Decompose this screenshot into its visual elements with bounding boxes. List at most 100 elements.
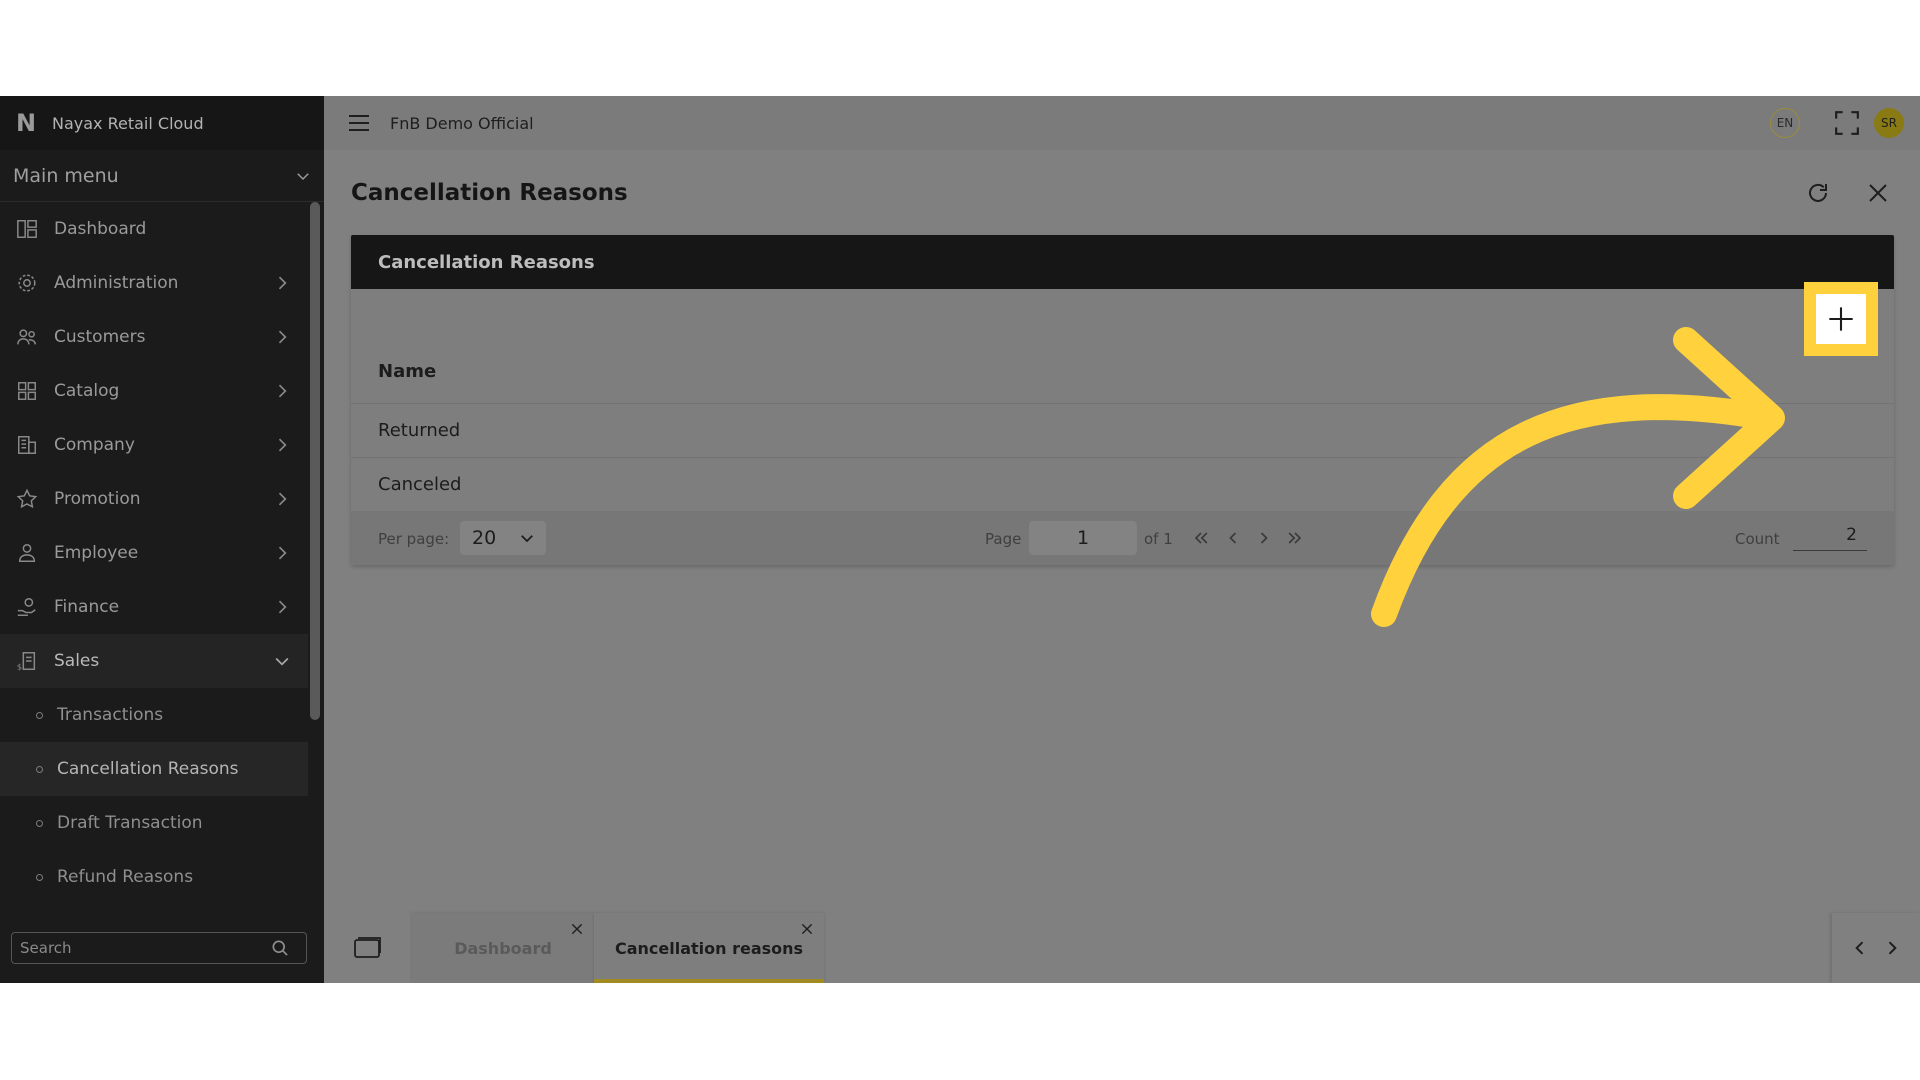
admin-gear-icon <box>15 271 39 295</box>
column-header-name[interactable]: Name <box>378 361 436 382</box>
sidebar: N Nayax Retail Cloud Main menu Dashboard… <box>0 96 324 983</box>
sidebar-item-customers[interactable]: Customers <box>0 310 308 364</box>
per-page-value: 20 <box>472 527 497 549</box>
sidebar-item-sales[interactable]: $ Sales <box>0 634 308 688</box>
sidebar-item-label: Employee <box>54 543 139 563</box>
sidebar-subitem-cancellation-reasons[interactable]: Cancellation Reasons <box>0 742 308 796</box>
page-title: Cancellation Reasons <box>351 180 628 206</box>
first-page-icon[interactable] <box>1191 528 1211 548</box>
svg-text:$: $ <box>17 661 22 671</box>
sidebar-item-dashboard[interactable]: Dashboard <box>0 202 308 256</box>
app-window: N Nayax Retail Cloud Main menu Dashboard… <box>0 96 1920 983</box>
bullet-icon <box>36 819 43 827</box>
chevron-left-icon[interactable] <box>1850 938 1870 958</box>
customers-icon <box>15 325 39 349</box>
sidebar-item-catalog[interactable]: Catalog <box>0 364 308 418</box>
add-cancellation-reason-button[interactable] <box>1816 294 1866 344</box>
sidebar-subitem-refund-reasons[interactable]: Refund Reasons <box>0 850 308 904</box>
user-avatar[interactable]: SR <box>1874 108 1904 138</box>
sidebar-nav: Dashboard Administration Customers Catal… <box>0 202 308 904</box>
page-label: Page <box>985 530 1022 548</box>
fullscreen-icon[interactable] <box>1834 110 1860 136</box>
tab-label: Dashboard <box>454 938 552 958</box>
sidebar-item-label: Administration <box>54 273 179 293</box>
per-page-select[interactable]: 20 <box>460 521 546 555</box>
dashboard-icon <box>15 217 39 241</box>
sidebar-item-employee[interactable]: Employee <box>0 526 308 580</box>
table-cell-name: Returned <box>378 420 461 441</box>
main-menu-label: Main menu <box>13 164 119 187</box>
chevron-right-icon <box>278 438 287 452</box>
sidebar-subitem-label: Transactions <box>57 705 164 725</box>
chevron-right-icon <box>278 330 287 344</box>
chevron-down-icon <box>297 172 309 180</box>
sidebar-item-label: Customers <box>54 327 146 347</box>
finance-hand-icon <box>15 595 39 619</box>
bullet-icon <box>36 711 43 719</box>
catalog-grid-icon <box>15 379 39 403</box>
chevron-down-icon <box>521 535 533 543</box>
sidebar-scrollbar[interactable] <box>310 202 320 720</box>
main-menu-toggle[interactable]: Main menu <box>0 150 324 202</box>
next-page-icon[interactable] <box>1254 528 1274 548</box>
search-icon[interactable] <box>270 938 290 958</box>
chevron-right-icon <box>278 600 287 614</box>
sidebar-item-label: Finance <box>54 597 120 617</box>
bottom-tab-bar: Dashboard Cancellation reasons <box>324 913 1920 983</box>
close-icon[interactable] <box>1866 181 1890 205</box>
brand-header: N Nayax Retail Cloud <box>0 96 324 150</box>
sidebar-search-input[interactable] <box>20 939 270 957</box>
sidebar-item-label: Catalog <box>54 381 120 401</box>
sidebar-subitem-draft-transaction[interactable]: Draft Transaction <box>0 796 308 850</box>
bullet-icon <box>36 873 43 881</box>
chevron-right-icon <box>278 546 287 560</box>
close-tab-icon[interactable] <box>800 922 814 936</box>
chevron-down-icon <box>275 657 289 666</box>
sales-receipt-icon: $ <box>15 649 39 673</box>
per-page-label: Per page: <box>378 530 450 548</box>
sidebar-item-label: Dashboard <box>54 219 147 239</box>
top-bar: FnB Demo Official EN SR <box>324 96 1920 150</box>
count-value: 2 <box>1793 519 1867 551</box>
sidebar-subitem-label: Cancellation Reasons <box>57 759 239 779</box>
sidebar-item-administration[interactable]: Administration <box>0 256 308 310</box>
chevron-right-icon[interactable] <box>1882 938 1902 958</box>
tab-scroll-controls <box>1832 913 1920 983</box>
employee-icon <box>15 541 39 565</box>
tabs-overview-icon[interactable] <box>354 937 382 959</box>
sidebar-item-label: Promotion <box>54 489 141 509</box>
tab-dashboard[interactable]: Dashboard <box>412 913 594 983</box>
sidebar-subitem-label: Draft Transaction <box>57 813 203 833</box>
pointer-arrow-icon <box>1371 327 1785 627</box>
page-number-input[interactable] <box>1029 521 1137 555</box>
brand-title: Nayax Retail Cloud <box>52 113 204 133</box>
previous-page-icon[interactable] <box>1223 528 1243 548</box>
language-switcher[interactable]: EN <box>1770 108 1800 138</box>
sidebar-subitem-transactions[interactable]: Transactions <box>0 688 308 742</box>
highlight-box <box>1804 282 1878 356</box>
tab-cancellation-reasons[interactable]: Cancellation reasons <box>594 913 824 983</box>
hamburger-menu-icon[interactable] <box>348 114 370 132</box>
plus-icon <box>1829 307 1853 331</box>
sidebar-item-finance[interactable]: Finance <box>0 580 308 634</box>
sidebar-item-label: Sales <box>54 651 100 671</box>
sidebar-item-company[interactable]: Company <box>0 418 308 472</box>
company-building-icon <box>15 433 39 457</box>
sidebar-search <box>11 932 307 964</box>
organization-name: FnB Demo Official <box>390 113 534 133</box>
bullet-icon <box>36 765 43 773</box>
table-cell-name: Canceled <box>378 474 462 495</box>
page-total-label: of 1 <box>1144 530 1173 548</box>
nayax-logo-icon: N <box>16 109 37 137</box>
chevron-right-icon <box>278 492 287 506</box>
sidebar-subitem-label: Refund Reasons <box>57 867 194 887</box>
last-page-icon[interactable] <box>1285 528 1305 548</box>
tab-label: Cancellation reasons <box>614 938 804 958</box>
refresh-icon[interactable] <box>1806 181 1830 205</box>
sidebar-item-label: Company <box>54 435 135 455</box>
close-tab-icon[interactable] <box>570 922 584 936</box>
chevron-right-icon <box>278 384 287 398</box>
sidebar-item-promotion[interactable]: Promotion <box>0 472 308 526</box>
chevron-right-icon <box>278 276 287 290</box>
star-icon <box>15 487 39 511</box>
